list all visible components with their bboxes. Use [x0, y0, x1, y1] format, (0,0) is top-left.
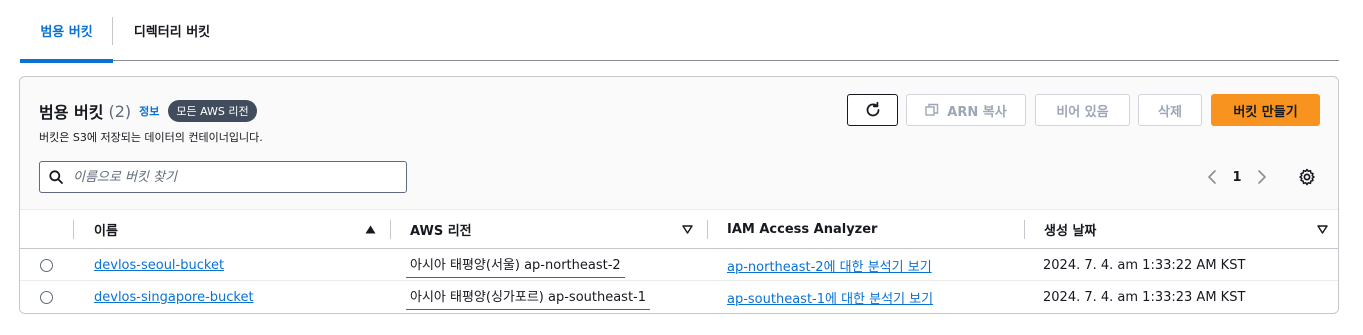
copy-arn-button[interactable]: ARN 복사: [906, 94, 1026, 126]
column-header-name[interactable]: 이름: [94, 210, 118, 249]
delete-bucket-button[interactable]: 삭제: [1138, 94, 1202, 126]
info-link[interactable]: 정보: [139, 103, 159, 119]
refresh-button[interactable]: [847, 94, 898, 126]
column-header-creation-date[interactable]: 생성 날짜: [1044, 210, 1096, 249]
region-badge: 모든 AWS 리전: [168, 100, 257, 122]
search-icon: [49, 170, 63, 184]
chevron-left-icon: [1208, 170, 1216, 184]
bucket-count: (2): [108, 101, 132, 121]
bucket-region: 아시아 태평양(서울) ap-northeast-2: [406, 258, 625, 278]
tab-general-purpose-buckets[interactable]: 범용 버킷: [20, 0, 113, 63]
copy-icon: [925, 103, 939, 116]
analyzer-cell: ap-southeast-1에 대한 분석기 보기: [727, 281, 933, 313]
current-page-number[interactable]: 1: [1224, 170, 1250, 185]
view-analyzer-link[interactable]: ap-northeast-2에 대한 분석기 보기: [727, 256, 932, 275]
gear-icon: [1299, 168, 1315, 186]
creation-date: 2024. 7. 4. am 1:33:23 AM KST: [1043, 289, 1246, 305]
panel-description: 버킷은 S3에 저장되는 데이터의 컨테이너입니다.: [39, 131, 263, 144]
empty-bucket-button[interactable]: 비어 있음: [1035, 94, 1130, 126]
tab-bar: 범용 버킷 디렉터리 버킷: [20, 0, 1339, 63]
next-page-button[interactable]: [1250, 165, 1274, 189]
row-select-radio[interactable]: [40, 259, 53, 272]
region-cell: 아시아 태평양(싱가포르) ap-southeast-1: [406, 281, 651, 313]
table-row: devlos-singapore-bucket 아시아 태평양(싱가포르) ap…: [20, 281, 1338, 313]
table-row: devlos-seoul-bucket 아시아 태평양(서울) ap-north…: [20, 249, 1338, 281]
bucket-name-link[interactable]: devlos-singapore-bucket: [94, 290, 254, 305]
table-header: 이름 AWS 리전 IAM Access Analyzer 생성 날짜: [20, 209, 1338, 249]
bucket-region: 아시아 태평양(싱가포르) ap-southeast-1: [406, 290, 651, 310]
copy-arn-label: ARN 복사: [947, 104, 1007, 120]
panel-header: 범용 버킷 (2) 정보 모든 AWS 리전 버킷은 S3에 저장되는 데이터의…: [20, 77, 1338, 209]
column-divider: [1024, 220, 1025, 239]
refresh-icon: [866, 101, 879, 117]
chevron-right-icon: [1258, 170, 1266, 184]
column-divider: [73, 220, 74, 239]
search-box: [39, 161, 407, 193]
column-header-region[interactable]: AWS 리전: [410, 210, 472, 249]
analyzer-cell: ap-northeast-2에 대한 분석기 보기: [727, 249, 932, 281]
search-input[interactable]: [73, 169, 383, 185]
row-select-radio[interactable]: [40, 291, 53, 304]
creation-date: 2024. 7. 4. am 1:33:22 AM KST: [1043, 257, 1246, 273]
column-divider: [707, 220, 708, 239]
column-header-access-analyzer[interactable]: IAM Access Analyzer: [727, 210, 877, 249]
panel-title-row: 범용 버킷 (2) 정보 모든 AWS 리전: [39, 99, 257, 123]
create-bucket-button[interactable]: 버킷 만들기: [1211, 94, 1320, 126]
sort-toggle-icon[interactable]: [1317, 210, 1328, 249]
name-cell: devlos-singapore-bucket: [94, 281, 254, 313]
sort-toggle-icon[interactable]: [682, 210, 693, 249]
buckets-panel: 범용 버킷 (2) 정보 모든 AWS 리전 버킷은 S3에 저장되는 데이터의…: [19, 76, 1339, 314]
column-divider: [390, 220, 391, 239]
tab-directory-buckets[interactable]: 디렉터리 버킷: [113, 0, 231, 61]
table-settings-button[interactable]: [1295, 165, 1319, 189]
sort-ascending-icon[interactable]: [365, 210, 376, 249]
name-cell: devlos-seoul-bucket: [94, 249, 224, 281]
pagination: 1: [1200, 165, 1274, 189]
bucket-name-link[interactable]: devlos-seoul-bucket: [94, 258, 224, 273]
view-analyzer-link[interactable]: ap-southeast-1에 대한 분석기 보기: [727, 288, 933, 307]
panel-title: 범용 버킷: [39, 103, 104, 122]
region-cell: 아시아 태평양(서울) ap-northeast-2: [406, 249, 625, 281]
previous-page-button[interactable]: [1200, 165, 1224, 189]
